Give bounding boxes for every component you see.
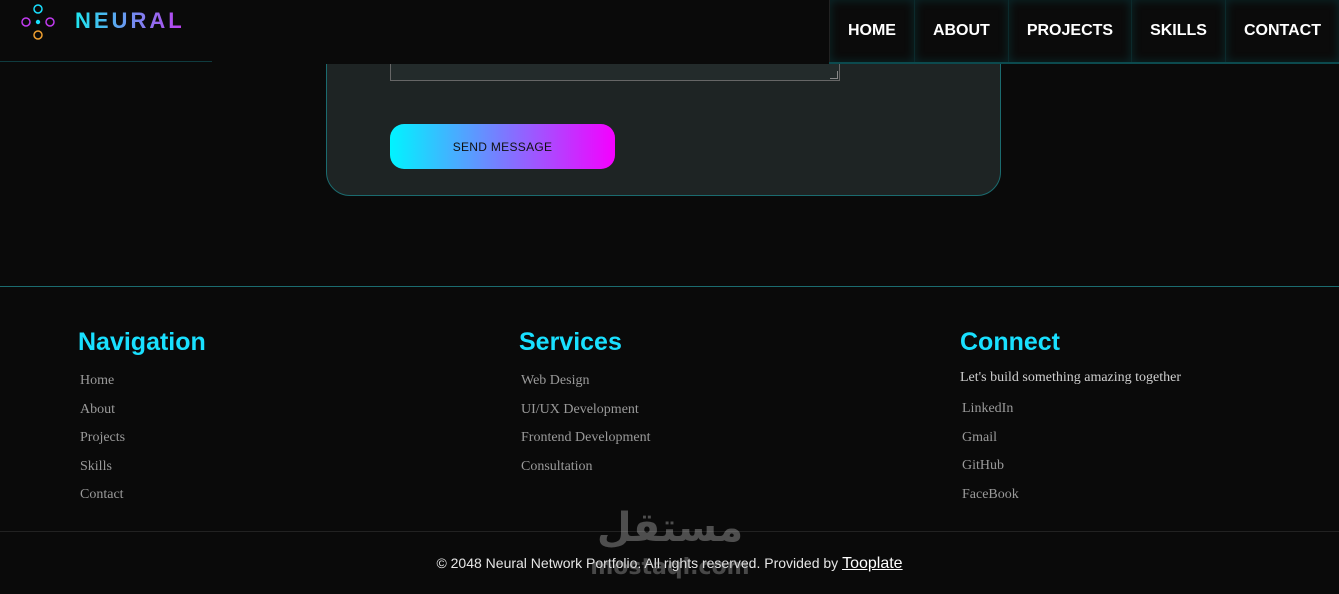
- logo-text: NEURAL: [75, 8, 185, 33]
- footer-connect-title: Connect: [960, 328, 1060, 356]
- footer-navigation-title: Navigation: [78, 328, 206, 356]
- site-header: NEURAL HOME ABOUT PROJECTS SKILLS CONTAC…: [0, 0, 1339, 64]
- resize-handle-icon[interactable]: [830, 71, 838, 79]
- connect-tagline: Let's build something amazing together: [960, 370, 1182, 385]
- nav-projects[interactable]: PROJECTS: [1007, 0, 1132, 62]
- footer-link-github[interactable]: GitHub: [960, 452, 1181, 481]
- footer-link-about[interactable]: About: [78, 396, 206, 425]
- footer-link-consultation[interactable]: Consultation: [519, 453, 650, 482]
- footer-link-uiux[interactable]: UI/UX Development: [519, 396, 650, 425]
- watermark-latin: mostaql.com: [590, 555, 750, 580]
- main-nav: HOME ABOUT PROJECTS SKILLS CONTACT: [828, 0, 1339, 64]
- footer-navigation: Navigation Home About Projects Skills Co…: [78, 328, 206, 510]
- nav-home[interactable]: HOME: [828, 0, 914, 62]
- logo[interactable]: NEURAL: [0, 0, 212, 62]
- footer-link-home[interactable]: Home: [78, 367, 206, 396]
- footer-link-gmail[interactable]: Gmail: [960, 424, 1181, 453]
- footer-link-frontend[interactable]: Frontend Development: [519, 424, 650, 453]
- footer-link-facebook[interactable]: FaceBook: [960, 481, 1181, 510]
- send-message-button[interactable]: SEND MESSAGE: [390, 124, 615, 169]
- tooplate-link[interactable]: Tooplate: [842, 555, 903, 572]
- footer-link-skills[interactable]: Skills: [78, 453, 206, 482]
- watermark-arabic: مستقل: [596, 505, 744, 551]
- footer-link-contact[interactable]: Contact: [78, 481, 206, 510]
- mostaql-watermark: مستقل mostaql.com: [590, 505, 750, 585]
- footer-link-web-design[interactable]: Web Design: [519, 367, 650, 396]
- neural-network-icon: [21, 4, 55, 40]
- nav-contact[interactable]: CONTACT: [1224, 0, 1339, 62]
- nav-about[interactable]: ABOUT: [913, 0, 1008, 62]
- footer-divider: [0, 286, 1339, 287]
- footer-link-projects[interactable]: Projects: [78, 424, 206, 453]
- footer-connect: Connect Let's build something amazing to…: [960, 328, 1181, 509]
- nav-skills[interactable]: SKILLS: [1131, 0, 1225, 62]
- footer-link-linkedin[interactable]: LinkedIn: [960, 395, 1181, 424]
- footer-services: Services Web Design UI/UX Development Fr…: [519, 328, 650, 481]
- footer-services-title: Services: [519, 328, 622, 356]
